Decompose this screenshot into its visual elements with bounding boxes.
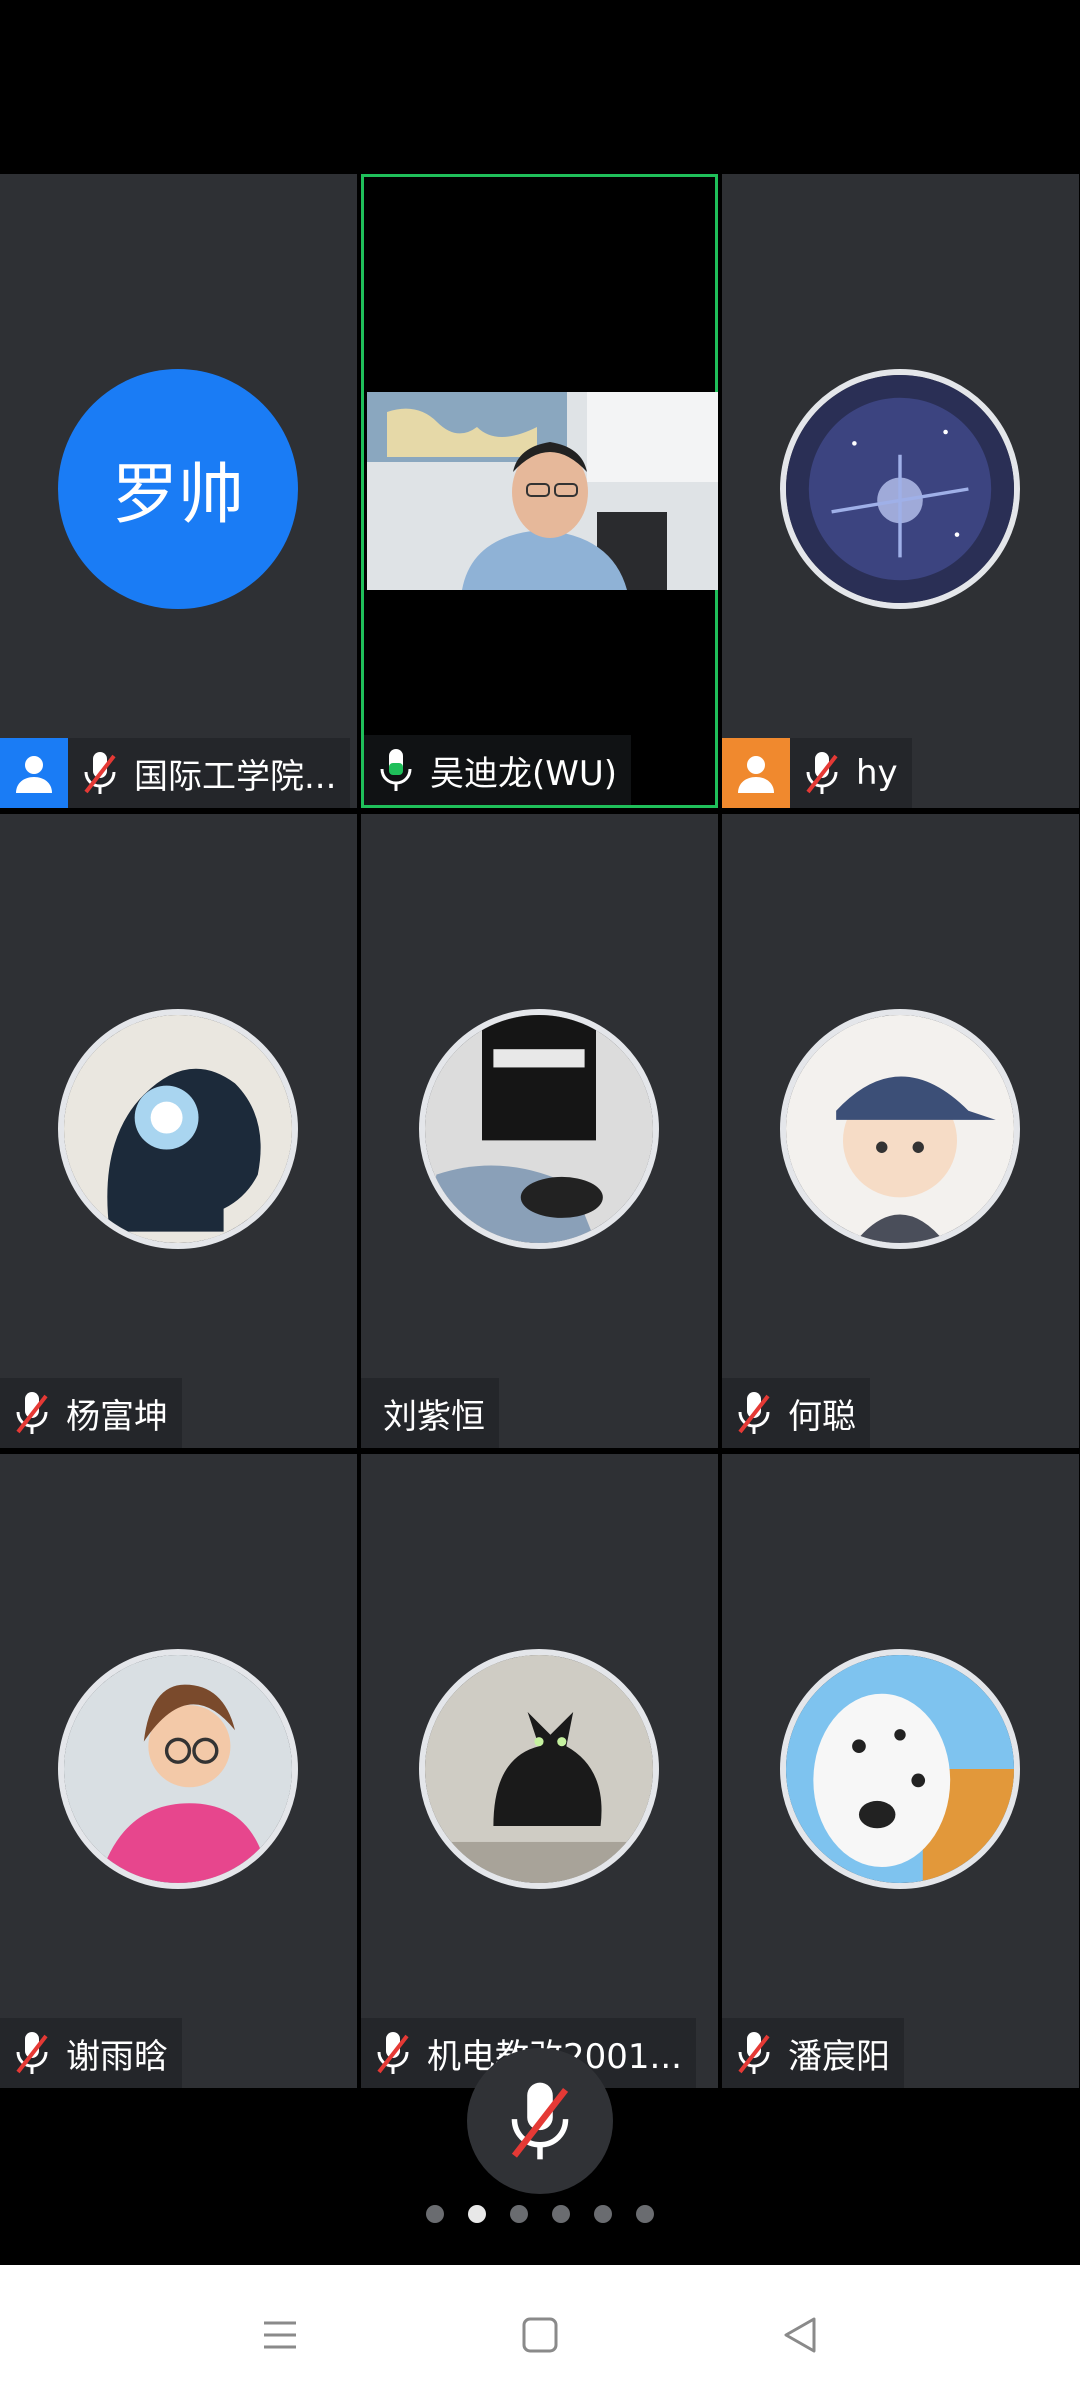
- page-dot[interactable]: [510, 2205, 528, 2223]
- host-user-icon: [722, 738, 790, 808]
- black-cat-avatar-icon: [419, 1649, 659, 1889]
- lakers-jersey-avatar-icon: [419, 1009, 659, 1249]
- dalmatian-avatar-icon: [780, 1649, 1020, 1889]
- mic-muted-icon: [84, 752, 116, 794]
- participant-name: 杨富坤: [66, 1396, 168, 1437]
- mute-toggle-button[interactable]: [467, 2048, 613, 2194]
- participant-tile[interactable]: 谢雨晗: [0, 1454, 357, 2088]
- participant-name-bar: hy: [722, 738, 912, 808]
- participant-name: 吴迪龙(WU): [430, 753, 618, 794]
- participant-tile[interactable]: 杨富坤: [0, 814, 357, 1448]
- participant-tile[interactable]: 何聪: [722, 814, 1079, 1448]
- back-icon[interactable]: [770, 2305, 830, 2365]
- mic-muted-icon: [16, 1392, 48, 1434]
- participant-name-bar: 何聪: [722, 1378, 870, 1448]
- participant-name: 刘紫恒: [383, 1396, 485, 1437]
- mic-speaking-icon: [380, 749, 412, 791]
- active-speaker-tile[interactable]: 吴迪龙(WU): [361, 174, 718, 808]
- participant-name-bar: 潘宸阳: [722, 2018, 904, 2088]
- page-dot[interactable]: [552, 2205, 570, 2223]
- page-dot-active[interactable]: [468, 2205, 486, 2223]
- page-dot[interactable]: [594, 2205, 612, 2223]
- participant-name: 何聪: [788, 1396, 856, 1437]
- home-icon[interactable]: [510, 2305, 570, 2365]
- cartoon-girl-avatar-icon: [58, 1649, 298, 1889]
- participant-tile[interactable]: 机电教改2001...: [361, 1454, 718, 2088]
- participant-name: 国际工学院...: [134, 756, 337, 797]
- avatar: 罗帅: [58, 369, 298, 609]
- participant-name-bar: 国际工学院...: [0, 738, 351, 808]
- participant-name-bar: 吴迪龙(WU): [364, 735, 632, 805]
- host-user-icon: [0, 738, 68, 808]
- participant-video: [367, 392, 718, 590]
- menu-icon[interactable]: [250, 2305, 310, 2365]
- participant-tile[interactable]: 罗帅 国际工学院...: [0, 174, 357, 808]
- mic-muted-icon: [738, 1392, 770, 1434]
- participant-grid: 罗帅 国际工学院... 吴迪龙(WU) hy 杨富坤 刘紫恒 何聪 谢雨晗 潘宸…: [0, 174, 1080, 2091]
- participant-name-bar: 刘紫恒: [361, 1378, 499, 1448]
- participant-name-bar: 杨富坤: [0, 1378, 182, 1448]
- page-indicator: [0, 2205, 1080, 2223]
- galaxy-avatar-icon: [780, 369, 1020, 609]
- participant-name-bar: 谢雨晗: [0, 2018, 182, 2088]
- participant-tile[interactable]: 潘宸阳: [722, 1454, 1079, 2088]
- cartoon-boy-avatar-icon: [780, 1009, 1020, 1249]
- participant-name: 谢雨晗: [66, 2036, 168, 2077]
- mic-muted-icon: [511, 2082, 569, 2160]
- participant-tile[interactable]: hy: [722, 174, 1079, 808]
- participant-tile[interactable]: 刘紫恒: [361, 814, 718, 1448]
- system-navigation-bar: [0, 2265, 1080, 2400]
- participant-name: 潘宸阳: [788, 2036, 890, 2077]
- participant-name: hy: [856, 753, 898, 793]
- mic-muted-icon: [738, 2032, 770, 2074]
- silhouette-avatar-icon: [58, 1009, 298, 1249]
- page-dot[interactable]: [636, 2205, 654, 2223]
- page-dot[interactable]: [426, 2205, 444, 2223]
- mic-muted-icon: [377, 2032, 409, 2074]
- mic-muted-icon: [16, 2032, 48, 2074]
- mic-muted-icon: [806, 752, 838, 794]
